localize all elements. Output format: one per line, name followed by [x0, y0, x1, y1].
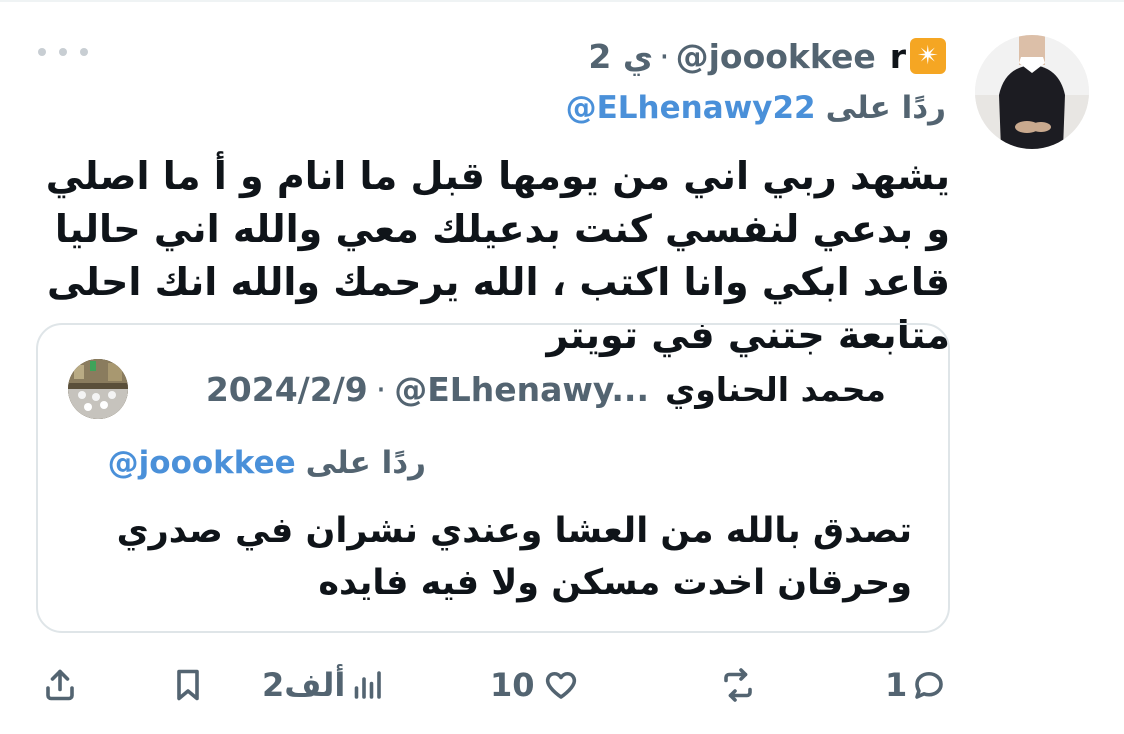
quote-text: تصدق بالله من العشا وعندي نشران في صدري … [116, 511, 912, 603]
tweet-card[interactable]: 2 ي · @joookkee r ✴ ردًا على @ELhenawy22… [0, 0, 1124, 734]
bookmark-icon [177, 669, 199, 701]
like-count: 10 [490, 666, 535, 704]
tweet-time[interactable]: 2 ي [588, 37, 653, 76]
more-dot-icon [80, 48, 88, 56]
quote-date[interactable]: 2024/2/9 [206, 370, 368, 409]
reply-count: 1 [885, 666, 908, 704]
more-options-button[interactable] [38, 40, 88, 64]
retweet-button[interactable] [720, 655, 756, 715]
tweet-actions-bar: 2ألف 10 1 [0, 655, 1124, 715]
quote-author-name[interactable]: محمد الحناوي [665, 370, 886, 409]
quote-replying-to: ردًا على @joookkee [108, 441, 426, 485]
separator-dot: · [375, 369, 387, 409]
quote-replying-mention-link[interactable]: @joookkee [108, 445, 296, 481]
quoted-tweet[interactable]: 2024/2/9 · @ELhenawy... محمد الحناوي ردً… [36, 323, 950, 633]
quote-replying-label: ردًا على [305, 445, 426, 481]
share-icon [46, 669, 74, 701]
share-button[interactable] [42, 655, 78, 715]
views-button[interactable]: 2ألف [262, 655, 385, 715]
reply-icon [915, 671, 944, 699]
quote-header: 2024/2/9 · @ELhenawy... محمد الحناوي [206, 367, 886, 411]
replying-label: ردًا على [825, 90, 946, 126]
like-icon [545, 671, 576, 699]
quote-author-avatar[interactable] [68, 359, 128, 419]
retweet-icon [724, 668, 752, 702]
bookmark-button[interactable] [170, 655, 206, 715]
author-name[interactable]: r [890, 37, 906, 76]
replying-to: ردًا على @ELhenawy22 [566, 86, 946, 130]
reply-button[interactable]: 1 [885, 655, 947, 715]
like-button[interactable]: 10 [490, 655, 579, 715]
author-handle[interactable]: @joookkee [676, 37, 876, 76]
author-avatar[interactable] [975, 35, 1089, 149]
avatar-image [975, 35, 1089, 149]
more-dot-icon [38, 48, 46, 56]
quote-author-handle[interactable]: @ELhenawy... [394, 370, 649, 409]
tweet-header: 2 ي · @joookkee r ✴ [588, 34, 946, 78]
quote-avatar-image [68, 359, 128, 419]
views-count: 2ألف [262, 666, 346, 704]
views-icon [355, 671, 382, 699]
more-dot-icon [59, 48, 67, 56]
separator-dot: · [659, 36, 670, 76]
replying-mention-link[interactable]: @ELhenawy22 [566, 90, 816, 126]
top-divider [0, 0, 1124, 2]
sparkle-icon: ✴ [910, 38, 946, 74]
